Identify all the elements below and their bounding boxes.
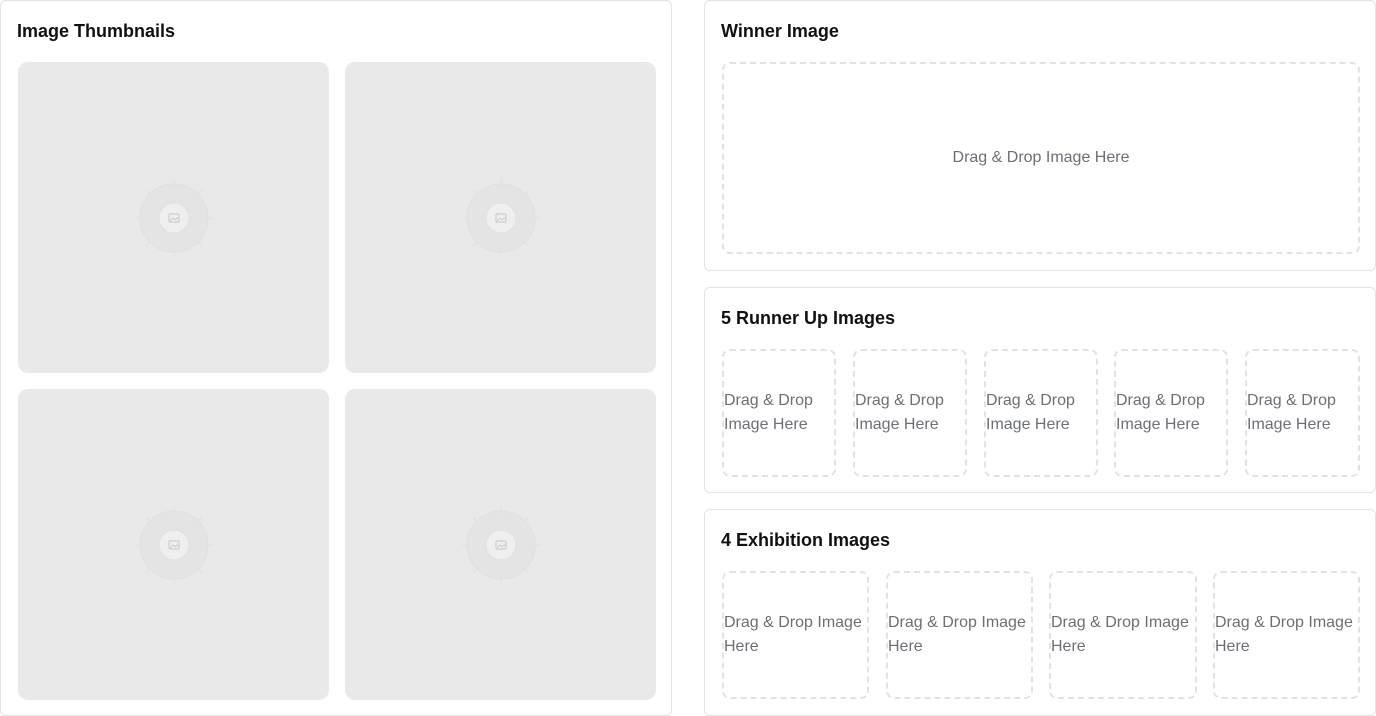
drop-zone-label: Drag & Drop Image Here bbox=[724, 614, 862, 655]
image-placeholder-icon bbox=[135, 179, 213, 257]
runner-up-title: 5 Runner Up Images bbox=[721, 308, 896, 328]
exhibition-drop-zone-1[interactable]: Drag & Drop Image Here bbox=[722, 571, 869, 699]
thumbnails-title: Image Thumbnails bbox=[17, 21, 176, 41]
drop-zone-label: Drag & Drop Image Here bbox=[1116, 392, 1205, 433]
runner-up-drop-zone-5[interactable]: Drag & Drop Image Here bbox=[1245, 349, 1360, 477]
thumbnail-3[interactable] bbox=[18, 389, 329, 700]
drop-zone-label: Drag & Drop Image Here bbox=[1215, 614, 1353, 655]
drop-zone-label: Drag & Drop Image Here bbox=[1247, 392, 1336, 433]
exhibition-drop-zone-2[interactable]: Drag & Drop Image Here bbox=[886, 571, 1033, 699]
runner-up-drop-zone-4[interactable]: Drag & Drop Image Here bbox=[1114, 349, 1228, 477]
drop-zone-label: Drag & Drop Image Here bbox=[888, 614, 1026, 655]
thumbnail-2[interactable] bbox=[345, 62, 656, 373]
drop-zone-label: Drag & Drop Image Here bbox=[986, 392, 1075, 433]
winner-panel: Winner Image Drag & Drop Image Here bbox=[704, 0, 1376, 271]
thumbnail-4[interactable] bbox=[345, 389, 656, 700]
winner-drop-zone[interactable]: Drag & Drop Image Here bbox=[722, 62, 1360, 254]
thumbnails-panel: Image Thumbnails bbox=[0, 0, 672, 716]
image-placeholder-icon bbox=[462, 179, 540, 257]
runner-up-drop-zone-3[interactable]: Drag & Drop Image Here bbox=[984, 349, 1098, 477]
image-placeholder-icon bbox=[135, 506, 213, 584]
drop-zone-label: Drag & Drop Image Here bbox=[855, 392, 944, 433]
thumbnail-1[interactable] bbox=[18, 62, 329, 373]
runner-up-panel: 5 Runner Up Images Drag & Drop Image Her… bbox=[704, 287, 1376, 493]
exhibition-drop-zone-4[interactable]: Drag & Drop Image Here bbox=[1213, 571, 1360, 699]
runner-up-drop-zone-2[interactable]: Drag & Drop Image Here bbox=[853, 349, 967, 477]
exhibition-panel: 4 Exhibition Images Drag & Drop Image He… bbox=[704, 509, 1376, 716]
runner-up-drop-zone-1[interactable]: Drag & Drop Image Here bbox=[722, 349, 836, 477]
drop-zone-label: Drag & Drop Image Here bbox=[952, 149, 1130, 166]
image-placeholder-icon bbox=[462, 506, 540, 584]
exhibition-drop-zone-3[interactable]: Drag & Drop Image Here bbox=[1049, 571, 1197, 699]
drop-zone-label: Drag & Drop Image Here bbox=[724, 392, 813, 433]
drop-zone-label: Drag & Drop Image Here bbox=[1051, 614, 1189, 655]
exhibition-title: 4 Exhibition Images bbox=[721, 530, 891, 550]
winner-title: Winner Image bbox=[721, 21, 839, 41]
